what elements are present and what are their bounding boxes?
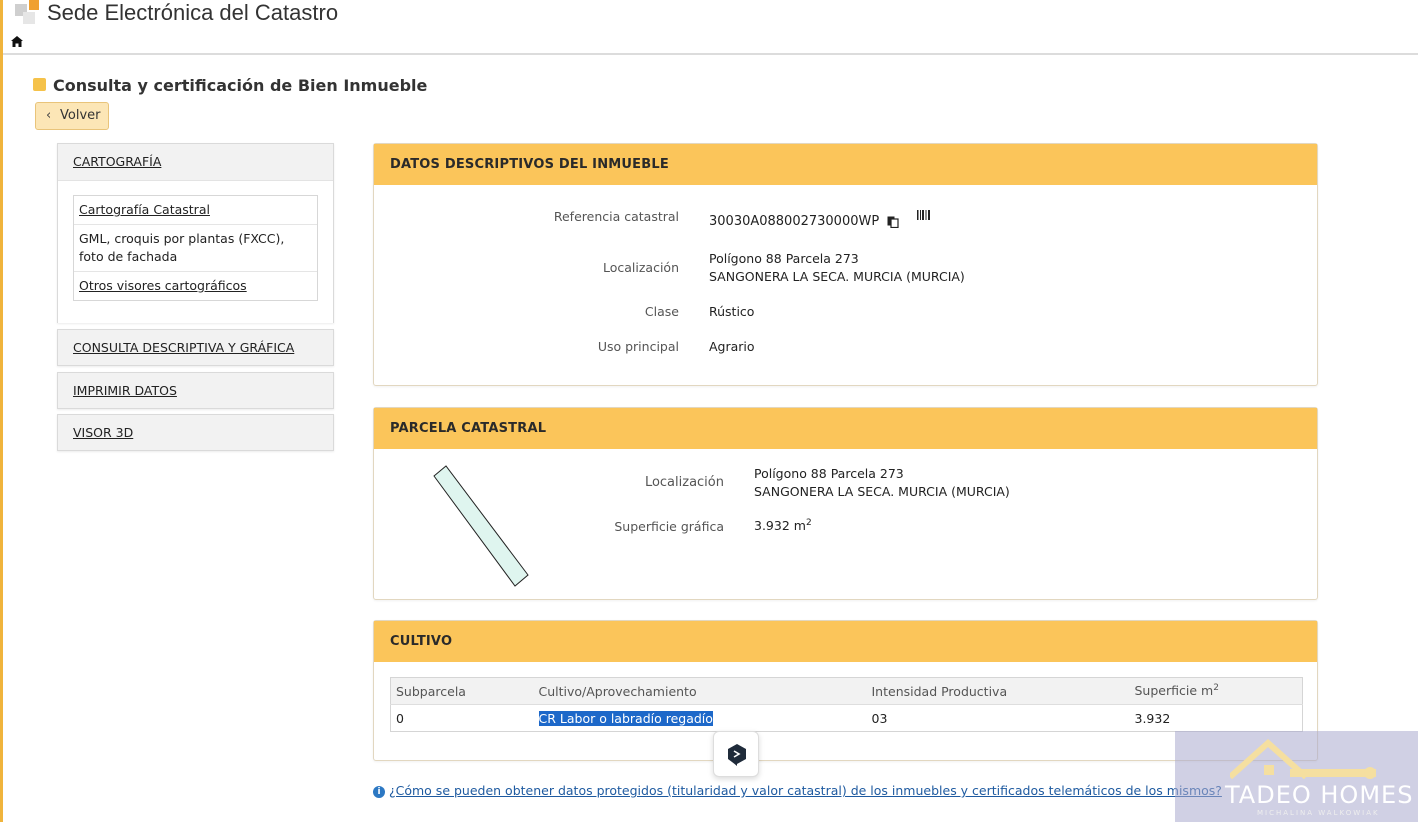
gml-croquis-text: GML, croquis por plantas (FXCC), foto de… <box>79 231 285 264</box>
sidebar-panel-visor3d: VISOR 3D <box>57 414 334 451</box>
datos-protegidos-link[interactable]: ¿Cómo se pueden obtener datos protegidos… <box>389 783 1222 798</box>
watermark-name: TADEO HOMES <box>1225 781 1414 809</box>
copy-icon[interactable] <box>887 216 899 228</box>
clase-value: Rústico <box>709 304 755 319</box>
chevron-left-icon: ‹ <box>46 108 52 123</box>
back-button-label: Volver <box>60 108 101 123</box>
cell-cultivo: CR Labor o labradío regadío <box>534 705 867 732</box>
localizacion-line1: Polígono 88 Parcela 273 <box>709 251 859 266</box>
info-link-row: i ¿Cómo se pueden obtener datos protegido… <box>373 783 1222 798</box>
clase-label: Clase <box>644 304 679 319</box>
app-title: Sede Electrónica del Catastro <box>47 0 339 25</box>
sidebar-imprimir-link[interactable]: IMPRIMIR DATOS <box>58 373 333 409</box>
list-item[interactable]: Otros visores cartográficos <box>74 272 317 300</box>
info-icon: i <box>373 786 385 798</box>
parcela-localizacion-line2: SANGONERA LA SECA. MURCIA (MURCIA) <box>754 484 1010 499</box>
watermark-sub: MICHALINA WALKOWIAK <box>1257 809 1380 817</box>
house-key-logo <box>1230 738 1376 780</box>
home-icon[interactable] <box>11 36 23 47</box>
localizacion-label: Localización <box>602 260 679 275</box>
catastro-logo <box>15 0 41 26</box>
list-item: GML, croquis por plantas (FXCC), foto de… <box>74 225 317 272</box>
uso-value: Agrario <box>709 339 755 354</box>
localizacion-value: Polígono 88 Parcela 273 SANGONERA LA SEC… <box>709 250 965 286</box>
assistant-float-button[interactable] <box>713 731 759 777</box>
cell-intensidad: 03 <box>871 710 888 726</box>
sidebar-cartografia-body: Cartografía Catastral GML, croquis por p… <box>58 180 333 323</box>
parcela-catastral-title: PARCELA CATASTRAL <box>374 408 1317 449</box>
translate-assistant-icon <box>728 744 746 766</box>
col-intensidad: Intensidad Productiva <box>866 677 1130 705</box>
col-subparcela: Subparcela <box>390 677 534 705</box>
cell-subparcela: 0 <box>396 710 404 726</box>
parcela-catastral-card: PARCELA CATASTRAL Localización Polígono … <box>373 407 1318 600</box>
cell-superficie: 3.932 <box>1134 710 1171 726</box>
watermark-overlay: TADEO HOMES MICHALINA WALKOWIAK <box>1175 731 1418 822</box>
parcel-shape-thumbnail[interactable] <box>424 458 544 588</box>
sidebar-consulta-link[interactable]: CONSULTA DESCRIPTIVA Y GRÁFICA <box>58 330 333 366</box>
sidebar-panel-imprimir: IMPRIMIR DATOS <box>57 372 334 409</box>
cultivo-title: CULTIVO <box>374 621 1317 662</box>
selected-text: CR Labor o labradío regadío <box>538 710 713 726</box>
localizacion-line2: SANGONERA LA SECA. MURCIA (MURCIA) <box>709 269 965 284</box>
sidebar-panel-consulta: CONSULTA DESCRIPTIVA Y GRÁFICA <box>57 329 334 366</box>
back-button[interactable]: ‹ Volver <box>35 102 109 130</box>
parcela-localizacion-line1: Polígono 88 Parcela 273 <box>754 466 904 481</box>
link-cartografia-catastral[interactable]: Cartografía Catastral <box>79 202 210 217</box>
referencia-value: 30030A088002730000WP <box>709 214 880 229</box>
page-title: Consulta y certificación de Bien Inmuebl… <box>53 76 428 95</box>
uso-label: Uso principal <box>597 339 679 354</box>
table-row: 0 CR Labor o labradío regadío 03 3.932 <box>391 705 1303 732</box>
superficie-grafica-label: Superficie gráfica <box>614 519 724 534</box>
top-header: Sede Electrónica del Catastro <box>3 0 1418 30</box>
parcela-localizacion-label: Localización <box>644 475 724 490</box>
referencia-row: 30030A088002730000WP <box>709 210 931 229</box>
col-superficie-exponent: 2 <box>1213 683 1219 694</box>
superficie-grafica-exponent: 2 <box>805 518 812 528</box>
col-superficie-label: Superficie m <box>1134 683 1214 699</box>
cartografia-list: Cartografía Catastral GML, croquis por p… <box>73 195 318 301</box>
datos-descriptivos-card: DATOS DESCRIPTIVOS DEL INMUEBLE Referenc… <box>373 143 1318 386</box>
cultivo-table: Subparcela Cultivo/Aprovechamiento Inten… <box>390 677 1303 732</box>
superficie-grafica-number: 3.932 m <box>754 518 806 534</box>
table-header-row: Subparcela Cultivo/Aprovechamiento Inten… <box>390 677 1303 705</box>
superficie-grafica-value: 3.932 m2 <box>754 518 812 533</box>
list-item[interactable]: Cartografía Catastral <box>74 196 317 225</box>
barcode-icon[interactable] <box>917 210 931 220</box>
sidebar-cartografia-title[interactable]: CARTOGRAFÍA <box>58 144 333 180</box>
sidebar-visor3d-link[interactable]: VISOR 3D <box>58 415 333 451</box>
referencia-label: Referencia catastral <box>553 209 679 224</box>
col-superficie: Superficie m2 <box>1129 677 1303 705</box>
col-cultivo: Cultivo/Aprovechamiento <box>533 677 867 705</box>
datos-descriptivos-title: DATOS DESCRIPTIVOS DEL INMUEBLE <box>374 144 1317 185</box>
sidebar-panel-cartografia: CARTOGRAFÍA Cartografía Catastral GML, c… <box>57 143 334 323</box>
parcela-localizacion-value: Polígono 88 Parcela 273 SANGONERA LA SEC… <box>754 465 1010 501</box>
link-otros-visores[interactable]: Otros visores cartográficos <box>79 278 247 293</box>
heading-square-icon <box>33 78 46 91</box>
nav-bar <box>3 30 1418 55</box>
